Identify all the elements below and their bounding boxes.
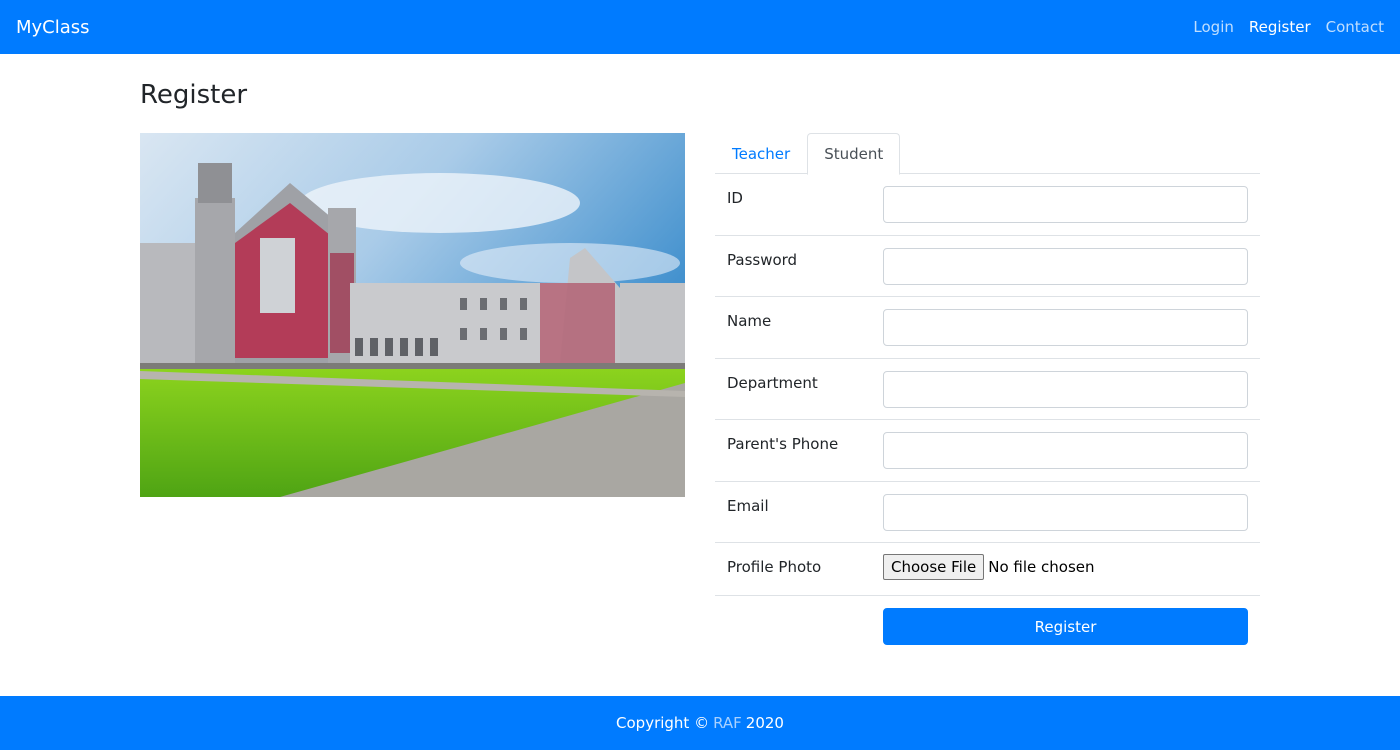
form-row-id: ID — [715, 174, 1260, 236]
register-button[interactable]: Register — [883, 608, 1248, 645]
submit-row: Register — [715, 596, 1260, 645]
email-input[interactable] — [883, 493, 1248, 531]
form-row-profile-photo: Profile Photo Choose File No file chosen — [715, 543, 1260, 596]
department-label: Department — [727, 373, 818, 392]
nav-links: Login Register Contact — [1193, 18, 1384, 36]
form-row-email: Email — [715, 482, 1260, 543]
tab-student[interactable]: Student — [807, 133, 901, 175]
id-input[interactable] — [883, 186, 1248, 223]
password-label: Password — [727, 250, 798, 269]
page-title: Register — [140, 80, 248, 110]
register-form-area: Teacher Student ID Password Name Departm… — [715, 133, 1260, 645]
nav-link-contact[interactable]: Contact — [1326, 18, 1384, 36]
form-row-name: Name — [715, 297, 1260, 359]
top-navbar: MyClass Login Register Contact — [0, 0, 1400, 54]
profile-photo-file-input: Choose File No file chosen — [883, 554, 1095, 580]
name-label: Name — [727, 312, 772, 330]
footer-raf-link[interactable]: RAF — [713, 714, 742, 732]
parents-phone-input[interactable] — [883, 432, 1248, 469]
campus-image — [140, 133, 685, 497]
register-form: ID Password Name Department Parent's Pho… — [715, 174, 1260, 645]
profile-photo-label: Profile Photo — [727, 558, 822, 576]
parents-phone-label: Parent's Phone — [727, 435, 839, 453]
page-footer: Copyright © RAF 2020 — [0, 696, 1400, 750]
form-row-parents-phone: Parent's Phone — [715, 420, 1260, 482]
form-row-password: Password — [715, 236, 1260, 297]
password-input[interactable] — [883, 247, 1248, 285]
tab-teacher[interactable]: Teacher — [715, 133, 807, 174]
form-row-department: Department — [715, 359, 1260, 420]
department-input[interactable] — [883, 370, 1248, 408]
id-label: ID — [727, 189, 743, 207]
file-status-text: No file chosen — [988, 558, 1095, 576]
choose-file-button[interactable]: Choose File — [883, 554, 985, 580]
email-label: Email — [727, 496, 769, 515]
copyright-text: Copyright © — [616, 714, 710, 732]
role-tabs: Teacher Student — [715, 133, 1260, 175]
nav-link-login[interactable]: Login — [1193, 18, 1233, 36]
brand-link[interactable]: MyClass — [16, 17, 90, 38]
name-input[interactable] — [883, 309, 1248, 346]
copyright-year: 2020 — [745, 714, 784, 732]
nav-link-register[interactable]: Register — [1249, 18, 1311, 36]
